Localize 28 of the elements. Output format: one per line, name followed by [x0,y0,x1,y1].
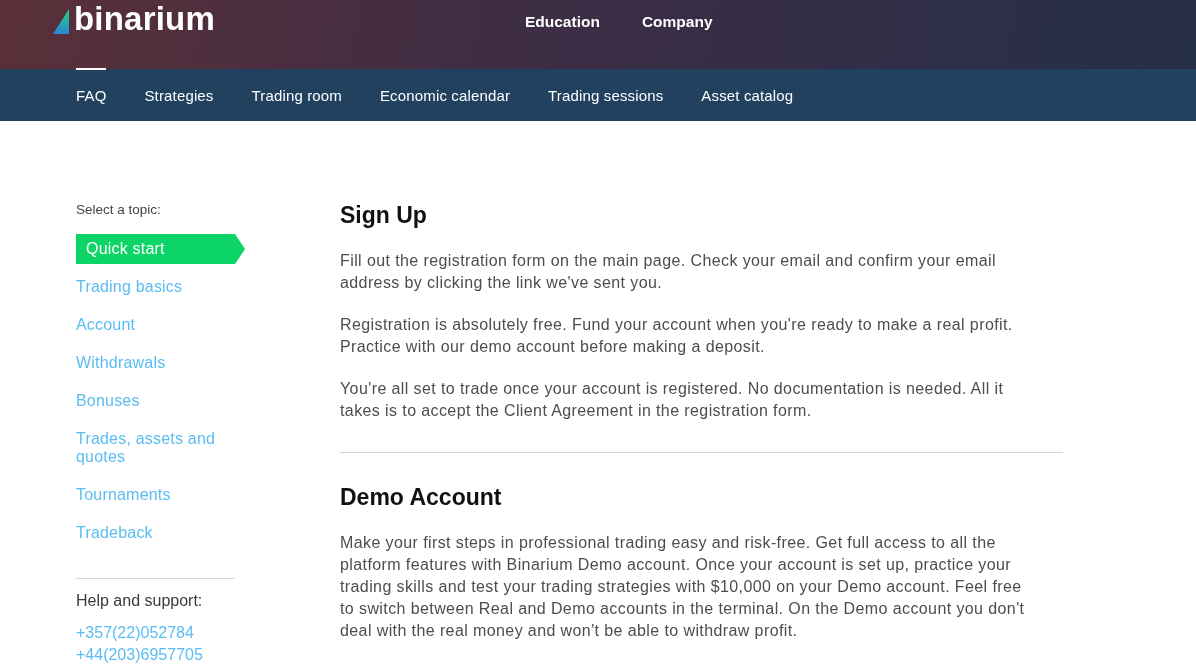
section-heading: Demo Account [340,483,503,511]
topic-link[interactable]: Account [76,310,236,340]
paragraph: You're all set to trade once your account is registered. No documentation is needed. All it takes is to accept the Client Agreement in the registration form. [340,379,1005,421]
subnav-tab[interactable]: Strategies [144,68,214,120]
section-heading: Sign Up [340,201,428,229]
logo-text[interactable]: binarium [74,1,215,37]
topic-link[interactable]: Tradeback [76,518,236,548]
subnav-tab[interactable]: Trading sessions [548,68,664,120]
subnav-tab[interactable]: Trading room [251,68,342,120]
nav-link[interactable]: Company [641,12,713,32]
subnav-tab[interactable]: Asset catalog [701,68,794,120]
paragraph: Make your first steps in professional trading easy and risk-free. Get full access to all the platform features with Binarium Demo account. Once your account is set up, practice your trading skills and test your trading strategies with $10,000 on your Demo account. Feel free to switch between Real and Demo accounts in the terminal. On the Demo account you don't deal with the real money and won't be able to withdraw profit. [340,533,1026,641]
topic-link[interactable]: Trades, assets and quotes [76,424,236,472]
support-heading: Help and support: [76,591,204,611]
topic-link[interactable]: Bonuses [76,386,236,416]
topic-link[interactable]: Trading basics [76,272,236,302]
phone-link[interactable]: +357(22)052784 [76,622,245,644]
subnav-tab[interactable]: FAQ [76,68,107,120]
topic-link[interactable]: Withdrawals [76,348,236,378]
paragraph: Fill out the registration form on the main page. Check your email and confirm your email address by clicking the link we've sent you. [340,251,997,293]
subnav-tab[interactable]: Economic calendar [379,68,511,120]
topic-link[interactable]: Tournaments [76,480,236,510]
sidebar-heading: Select a topic: [76,201,162,219]
phone-link[interactable]: +44(203)6957705 [76,644,245,666]
topic-link[interactable]: Quick start [76,234,245,264]
paragraph: Registration is absolutely free. Fund your account when you're ready to make a real profit. Practice with our demo account before making a deposit. [340,315,1014,357]
nav-link[interactable]: Education [524,12,600,32]
triangle-logo-icon [53,8,69,34]
